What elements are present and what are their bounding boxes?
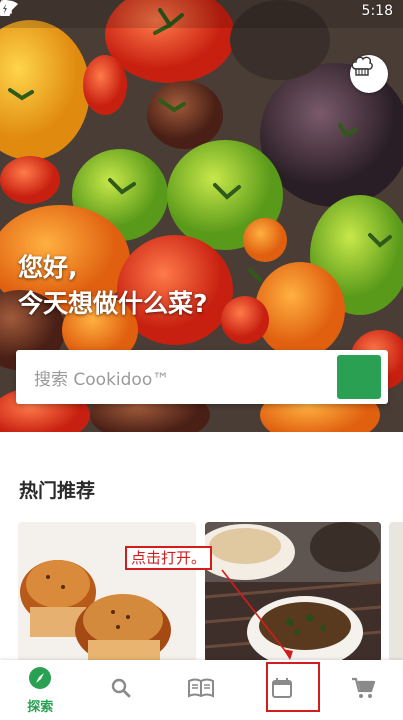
recipe-card[interactable]	[18, 522, 196, 662]
status-time: 5:18	[361, 3, 393, 19]
status-bar: 5:18	[0, 0, 403, 22]
annotation-highlight-box	[266, 662, 320, 712]
recipe-card[interactable]	[205, 522, 381, 662]
search-button[interactable]	[17, 351, 381, 399]
recipe-image-dish	[205, 522, 381, 662]
search-input[interactable]: 搜索 Cookidoo™	[16, 365, 337, 390]
section-title-popular: 热门推荐	[19, 480, 96, 502]
tab-cart[interactable]	[322, 660, 403, 720]
compass-icon	[28, 666, 52, 694]
greeting-line-1: 您好,	[18, 253, 78, 282]
tab-explore[interactable]: 探索	[0, 660, 81, 720]
tab-explore-label: 探索	[27, 699, 54, 715]
book-icon	[188, 678, 215, 702]
recipe-card-partial[interactable]	[389, 522, 403, 662]
greeting-line-2: 今天想做什么菜?	[18, 289, 208, 318]
search-bar[interactable]: 搜索 Cookidoo™	[16, 350, 388, 404]
greeting-text: 您好, 今天想做什么菜?	[18, 250, 208, 322]
search-icon	[110, 677, 132, 703]
cart-icon	[351, 677, 375, 703]
hero-banner: 5:18 您好, 今天想做什么菜? 搜索 Cookidoo™	[0, 0, 403, 432]
annotation-label: 点击打开。	[125, 546, 213, 570]
profile-avatar-button[interactable]	[350, 55, 388, 93]
tab-recipes[interactable]	[161, 660, 242, 720]
recipe-image-muffins	[18, 522, 196, 662]
bottom-navigation: 探索	[0, 660, 403, 720]
tab-search[interactable]	[81, 660, 162, 720]
